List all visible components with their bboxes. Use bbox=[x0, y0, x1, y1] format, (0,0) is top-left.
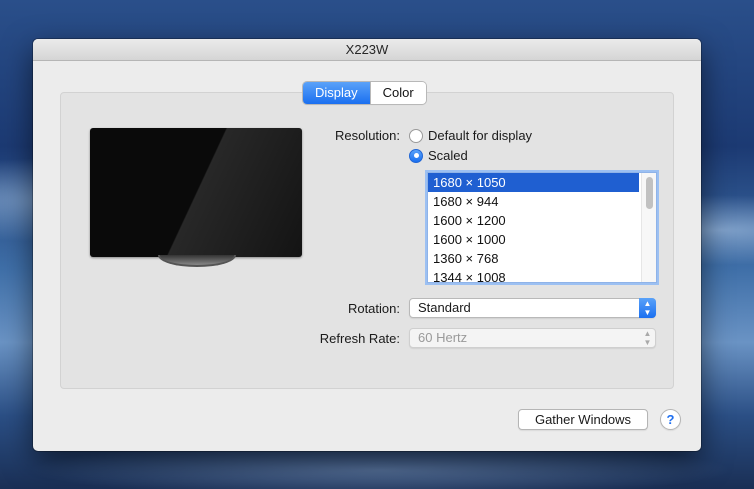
list-item[interactable]: 1680 × 944 bbox=[428, 192, 639, 211]
resolution-label: Resolution: bbox=[334, 128, 400, 143]
display-preferences-window: X223W Display Color Resolution: Default … bbox=[33, 39, 701, 451]
list-item[interactable]: 1600 × 1000 bbox=[428, 230, 639, 249]
rotation-value: Standard bbox=[418, 300, 471, 315]
list-item[interactable]: 1344 × 1008 bbox=[428, 268, 639, 282]
gather-windows-button[interactable]: Gather Windows bbox=[518, 409, 648, 430]
tab-display[interactable]: Display bbox=[303, 82, 370, 104]
scrollbar-thumb[interactable] bbox=[646, 177, 653, 209]
chevron-up-down-icon: ▲ ▼ bbox=[639, 298, 656, 318]
rotation-select[interactable]: Standard ▲ ▼ bbox=[409, 298, 656, 318]
resolution-list[interactable]: 1680 × 1050 1680 × 944 1600 × 1200 1600 … bbox=[427, 172, 657, 283]
list-scrollbar[interactable] bbox=[641, 173, 656, 282]
radio-label: Default for display bbox=[428, 128, 533, 143]
window-title: X223W bbox=[33, 39, 701, 61]
chevron-up-down-icon: ▲ ▼ bbox=[643, 329, 652, 347]
radio-scaled[interactable]: Scaled bbox=[409, 148, 468, 163]
refresh-rate-value: 60 Hertz bbox=[418, 330, 468, 345]
refresh-rate-select: 60 Hertz ▲ ▼ bbox=[409, 328, 656, 348]
refresh-rate-label: Refresh Rate: bbox=[319, 331, 400, 346]
help-button[interactable]: ? bbox=[660, 409, 681, 430]
radio-button[interactable] bbox=[409, 128, 423, 143]
radio-button[interactable] bbox=[409, 148, 423, 163]
list-item[interactable]: 1600 × 1200 bbox=[428, 211, 639, 230]
list-item[interactable]: 1360 × 768 bbox=[428, 249, 639, 268]
monitor-image bbox=[90, 128, 302, 257]
rotation-label: Rotation: bbox=[347, 301, 400, 316]
monitor-glare bbox=[90, 128, 302, 257]
radio-default-for-display[interactable]: Default for display bbox=[409, 128, 532, 143]
list-item[interactable]: 1680 × 1050 bbox=[428, 173, 639, 192]
radio-label: Scaled bbox=[428, 148, 468, 163]
tab-color[interactable]: Color bbox=[369, 82, 426, 104]
tab-bar: Display Color bbox=[303, 82, 426, 104]
